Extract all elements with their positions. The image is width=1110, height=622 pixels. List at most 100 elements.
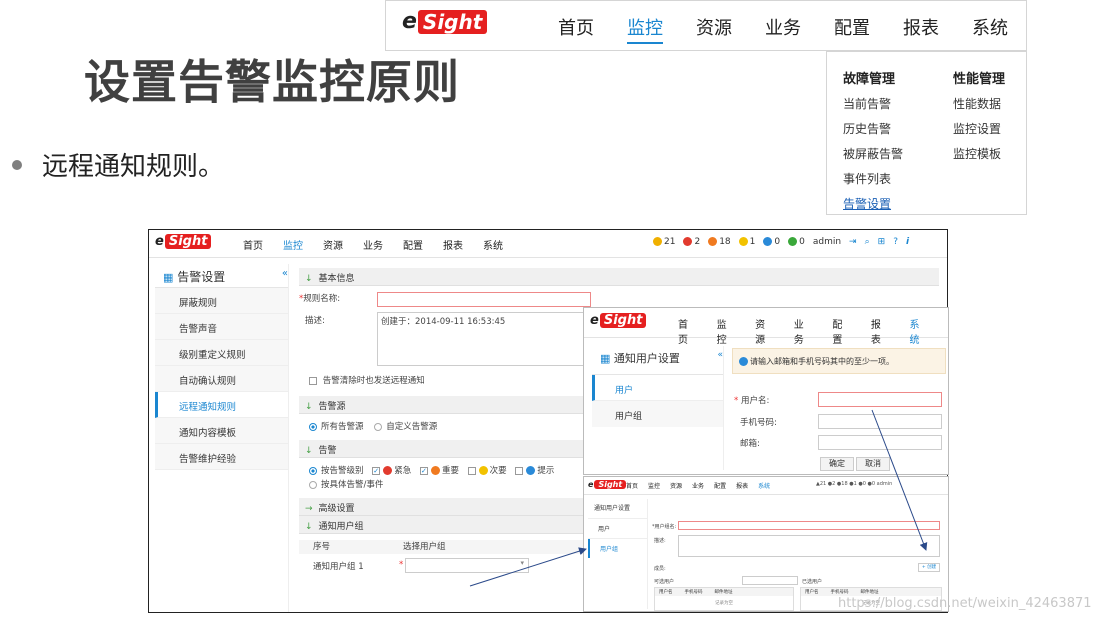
sidebar-item[interactable]: 自动确认规则 <box>155 366 288 392</box>
overlay2-nav-item[interactable]: 资源 <box>670 481 682 490</box>
overlay2-nav-item[interactable]: 系统 <box>758 481 770 490</box>
main-nav-item[interactable]: 配置 <box>403 237 423 252</box>
overlay2-nav-item[interactable]: 配置 <box>714 481 726 490</box>
email-input[interactable] <box>818 435 942 450</box>
alarm-settings-sidebar: ▦ 告警设置 « 屏蔽规则 告警声音 级别重定义规则 自动确认规则 远程通知规则 通知内容… <box>155 264 289 612</box>
available-empty-text: 记录为空 <box>715 601 733 606</box>
sidebar-item-user[interactable]: 用户 <box>592 375 723 401</box>
dropdown-item-fault[interactable]: 事件列表 <box>843 170 903 187</box>
sidebar-item[interactable]: 屏蔽规则 <box>155 288 288 314</box>
top-navigation-bar: e Sight 首页 监控 资源 业务 配置 报表 系统 <box>385 0 1027 51</box>
overlay2-item-user[interactable]: 用户 <box>588 519 647 539</box>
info-icon[interactable]: i <box>906 237 909 247</box>
dropdown-item-fault[interactable]: 告警设置 <box>843 195 903 212</box>
rule-name-input[interactable] <box>377 292 591 307</box>
overlay1-sidebar-title: ▦ 通知用户设置 « <box>592 346 723 375</box>
main-nav-item[interactable]: 资源 <box>323 237 343 252</box>
cancel-button[interactable]: 取消 <box>856 457 890 471</box>
alarm-bell-count[interactable]: 21 <box>653 237 675 247</box>
esight-logo: e Sight <box>402 9 488 34</box>
overlay1-nav-item[interactable]: 报表 <box>871 316 890 346</box>
overlay2-nav-item[interactable]: 首页 <box>626 481 638 490</box>
overlay2-nav-item[interactable]: 监控 <box>648 481 660 490</box>
group-name-label: *用户组名: <box>652 524 677 530</box>
sidebar-item[interactable]: 告警声音 <box>155 314 288 340</box>
admin-user[interactable]: admin <box>813 237 841 247</box>
top-nav-item[interactable]: 业务 <box>765 14 801 44</box>
dropdown-item-fault[interactable]: 当前告警 <box>843 95 903 112</box>
create-button[interactable]: + 创建 <box>918 563 940 572</box>
topology-icon[interactable]: ⊞ <box>878 237 886 247</box>
top-nav-item[interactable]: 报表 <box>903 14 939 44</box>
main-nav-item[interactable]: 报表 <box>443 237 463 252</box>
clear-notify-label: 告警清除时也发送远程通知 <box>322 376 425 386</box>
section-basic-info[interactable]: ↓ 基本信息 <box>299 268 939 286</box>
username-input[interactable] <box>818 392 942 407</box>
source-custom-radio[interactable] <box>374 422 383 431</box>
monitor-dropdown-menu: 故障管理 当前告警 历史告警 被屏蔽告警 事件列表 告警设置 性能管理 性能数据 监控设置… <box>826 51 1027 215</box>
group-desc-input[interactable] <box>678 535 940 557</box>
major-count[interactable]: 18 <box>708 237 731 247</box>
top-nav-item[interactable]: 资源 <box>696 14 732 44</box>
dropdown-item-performance[interactable]: 监控设置 <box>953 120 1005 137</box>
dropdown-item-fault[interactable]: 历史告警 <box>843 120 903 137</box>
overlay2-nav-item[interactable]: 业务 <box>692 481 704 490</box>
clear-notify-checkbox[interactable] <box>309 376 317 385</box>
user-group-select[interactable]: ▾ <box>405 558 529 573</box>
warning-checkbox[interactable] <box>515 466 524 475</box>
description-label: 描述: <box>305 316 325 326</box>
available-users-label: 可选用户 <box>654 579 675 585</box>
overlay1-nav-item[interactable]: 配置 <box>832 316 851 346</box>
cleared-count[interactable]: 0 <box>788 237 805 247</box>
overlay1-nav-item[interactable]: 首页 <box>678 316 697 346</box>
top-nav-item[interactable]: 监控 <box>627 14 663 44</box>
collapse-icon[interactable]: « <box>282 268 288 279</box>
overlay1-nav-item[interactable]: 业务 <box>794 316 813 346</box>
sidebar-item[interactable]: 级别重定义规则 <box>155 340 288 366</box>
email-label: 邮箱: <box>740 439 760 449</box>
main-nav-item[interactable]: 监控 <box>283 237 303 252</box>
overlay1-nav-item[interactable]: 监控 <box>717 316 736 346</box>
sidebar-item[interactable]: 远程通知规则 <box>155 392 288 418</box>
bullet-text: 远程通知规则。 <box>42 152 225 182</box>
overlay2-item-usergroup[interactable]: 用户组 <box>588 539 647 558</box>
rule-name-label: 规则名称: <box>303 294 341 304</box>
critical-checkbox[interactable]: ✓ <box>372 466 381 475</box>
description-textarea[interactable]: 创建于：2014-09-11 16:53:45 <box>377 312 591 366</box>
warning-count[interactable]: 0 <box>763 237 780 247</box>
overlay2-nav-item[interactable]: 报表 <box>736 481 748 490</box>
help-icon[interactable]: ? <box>893 237 898 247</box>
dropdown-item-fault[interactable]: 被屏蔽告警 <box>843 145 903 162</box>
grid-icon: ▦ <box>163 271 174 284</box>
overlay1-nav-item[interactable]: 系统 <box>909 316 928 346</box>
logout-icon[interactable]: ⇥ <box>849 237 857 247</box>
major-checkbox[interactable]: ✓ <box>419 466 428 475</box>
esight-logo-overlay1: e Sight <box>590 313 647 328</box>
source-all-radio[interactable] <box>309 422 317 431</box>
ok-button[interactable]: 确定 <box>820 457 854 471</box>
performance-management-header: 性能管理 <box>953 72 1006 87</box>
group-name-input[interactable] <box>678 521 940 530</box>
critical-count[interactable]: 2 <box>683 237 700 247</box>
search-icon[interactable]: ⌕ <box>865 237 870 247</box>
main-nav-item[interactable]: 系统 <box>483 237 503 252</box>
minor-count[interactable]: 1 <box>738 237 755 247</box>
dropdown-item-performance[interactable]: 性能数据 <box>953 95 1005 112</box>
main-nav-item[interactable]: 业务 <box>363 237 383 252</box>
top-nav-item[interactable]: 配置 <box>834 14 870 44</box>
main-nav-item[interactable]: 首页 <box>243 237 263 252</box>
by-level-radio[interactable] <box>309 466 317 475</box>
sidebar-item[interactable]: 告警维护经验 <box>155 444 288 470</box>
dropdown-item-performance[interactable]: 监控模板 <box>953 145 1005 162</box>
sidebar-item[interactable]: 通知内容模板 <box>155 418 288 444</box>
by-specific-radio[interactable] <box>309 480 317 489</box>
overlay1-nav-item[interactable]: 资源 <box>755 316 774 346</box>
phone-input[interactable] <box>818 414 942 429</box>
top-nav-item[interactable]: 首页 <box>558 14 594 44</box>
member-search-input[interactable] <box>742 576 798 585</box>
username-label: 用户名: <box>740 396 770 406</box>
top-nav-item[interactable]: 系统 <box>972 14 1008 44</box>
overlay1-nav: 首页 监控 资源 业务 配置 报表 系统 <box>678 316 948 346</box>
minor-checkbox[interactable] <box>467 466 476 475</box>
sidebar-item-usergroup[interactable]: 用户组 <box>592 401 723 427</box>
